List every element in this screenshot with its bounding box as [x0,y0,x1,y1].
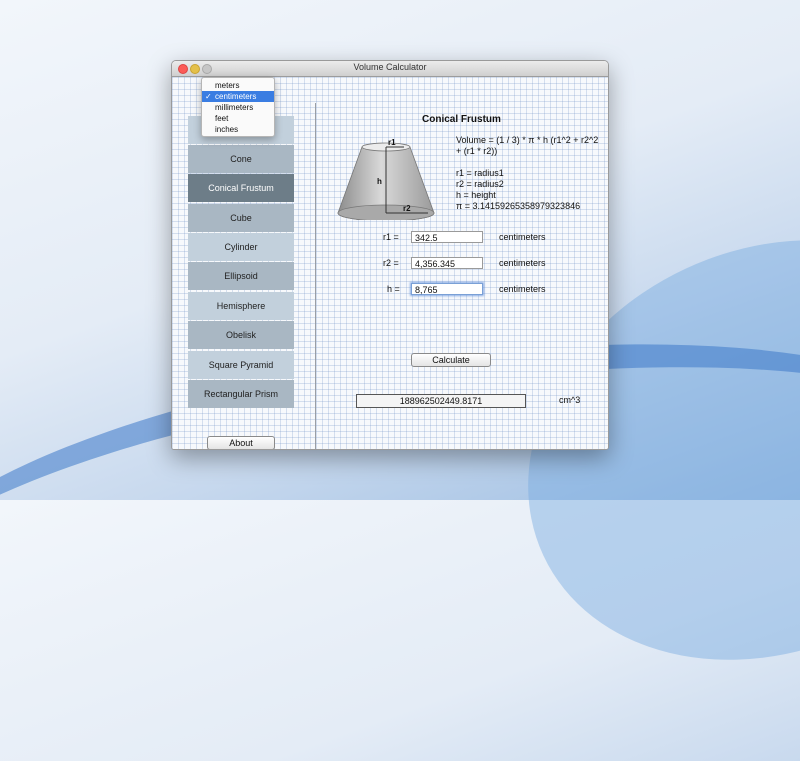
about-button[interactable]: About [207,436,275,449]
h-label: h = [387,284,400,294]
calculate-button[interactable]: Calculate [411,353,491,367]
diagram-label-r1: r1 [388,138,396,147]
sidebar-item-ellipsoid[interactable]: Ellipsoid [188,262,294,290]
volume-formula: Volume = (1 / 3) * π * h (r1^2 + r2^2 + … [456,135,599,156]
menu-item-meters[interactable]: meters [202,80,274,91]
sidebar-item-rectangular-prism[interactable]: Rectangular Prism [188,380,294,408]
definition-r1: r1 = radius1 [456,168,504,178]
r2-unit: centimeters [499,258,546,268]
variable-definitions: r1 = radius1 r2 = radius2 h = height π =… [456,168,580,212]
r1-input[interactable]: 342.5 [411,231,483,243]
result-field: 188962502449.8171 [356,394,526,408]
sidebar-item-conical-frustum[interactable]: Conical Frustum [188,174,294,202]
r1-label: r1 = [383,232,399,242]
menu-item-inches[interactable]: inches [202,124,274,135]
definition-pi: π = 3.14159265358979323846 [456,201,581,211]
definition-h: h = height [456,190,496,200]
menu-item-feet[interactable]: feet [202,113,274,124]
sidebar-item-obelisk[interactable]: Obelisk [188,321,294,349]
units-dropdown-menu[interactable]: meters ✓ centimeters millimeters feet in… [201,77,275,137]
definition-r2: r2 = radius2 [456,179,504,189]
sidebar-item-square-pyramid[interactable]: Square Pyramid [188,351,294,379]
checkmark-icon: ✓ [205,92,212,101]
menu-item-centimeters-label: centimeters [215,92,257,101]
panel-divider [315,103,316,449]
result-unit: cm^3 [559,395,581,405]
conical-frustum-diagram: r1 h r2 [337,138,435,220]
h-input[interactable]: 8,765 [411,283,483,295]
diagram-label-h: h [377,177,382,186]
menu-item-centimeters[interactable]: ✓ centimeters [202,91,274,102]
title-bar[interactable]: Volume Calculator [172,61,608,77]
h-unit: centimeters [499,284,546,294]
sidebar-item-hemisphere[interactable]: Hemisphere [188,292,294,320]
sidebar-item-cube[interactable]: Cube [188,204,294,232]
menu-item-millimeters[interactable]: millimeters [202,102,274,113]
r2-label: r2 = [383,258,399,268]
window-title: Volume Calculator [353,62,427,72]
sidebar-item-cylinder[interactable]: Cylinder [188,233,294,261]
diagram-label-r2: r2 [403,204,411,213]
sidebar-item-cone[interactable]: Cone [188,145,294,173]
r2-input[interactable]: 4,356.345 [411,257,483,269]
shape-title: Conical Frustum [422,114,501,125]
r1-unit: centimeters [499,232,546,242]
